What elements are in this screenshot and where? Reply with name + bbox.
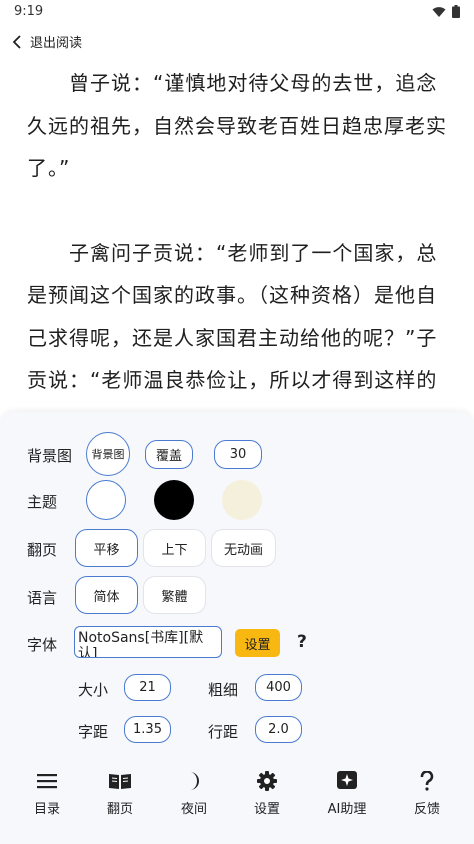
reading-content: 曾子说：“谨慎地对待父母的去世，追念久远的祖先，自然会导致老百姓日趋忠厚老实了。… — [27, 62, 447, 412]
exit-reading-button[interactable]: 退出阅读 — [12, 32, 82, 51]
nav-label: 反馈 — [413, 802, 440, 817]
background-image-chip[interactable]: 背景图 — [86, 432, 130, 476]
theme-white-swatch[interactable] — [86, 480, 126, 520]
theme-label: 主题 — [27, 493, 58, 511]
status-bar: 9:19 — [0, 0, 474, 24]
nav-contents[interactable]: 目录 — [17, 768, 77, 824]
font-name-field[interactable]: NotoSans[书库][默认] — [74, 626, 222, 658]
nav-label: 翻页 — [106, 802, 133, 817]
page-turn-scroll-option[interactable]: 上下 — [143, 529, 206, 567]
wifi-icon — [432, 6, 446, 17]
theme-sepia-swatch[interactable] — [222, 480, 262, 520]
status-icons — [432, 5, 460, 18]
line-spacing-value[interactable]: 2.0 — [255, 716, 302, 743]
size-label: 大小 — [78, 681, 109, 699]
font-set-button[interactable]: 设置 — [235, 629, 280, 657]
letter-spacing-value[interactable]: 1.35 — [124, 716, 171, 743]
menu-icon — [37, 774, 57, 789]
gear-icon — [257, 771, 277, 791]
bottom-nav: 目录 翻页 夜间 设置 AI助理 反馈 — [0, 768, 474, 828]
weight-label: 粗细 — [208, 681, 239, 699]
page-turn-slide-option[interactable]: 平移 — [75, 529, 138, 567]
weight-value[interactable]: 400 — [255, 674, 302, 701]
line-spacing-label: 行距 — [208, 723, 239, 741]
nav-night-mode[interactable]: 夜间 — [164, 768, 224, 824]
exit-reading-label: 退出阅读 — [30, 36, 83, 51]
size-value[interactable]: 21 — [124, 674, 171, 701]
book-icon — [109, 774, 131, 789]
font-label: 字体 — [27, 636, 58, 654]
nav-page-turn[interactable]: 翻页 — [90, 768, 150, 824]
nav-label: 目录 — [33, 802, 60, 817]
nav-label: 夜间 — [180, 802, 207, 817]
cover-chip[interactable]: 覆盖 — [145, 440, 193, 469]
page-turn-label: 翻页 — [27, 541, 58, 559]
nav-settings[interactable]: 设置 — [237, 768, 297, 824]
letter-spacing-label: 字距 — [78, 723, 109, 741]
nav-label: AI助理 — [327, 802, 367, 817]
font-help-icon[interactable]: ? — [297, 632, 307, 652]
question-icon — [420, 771, 434, 791]
language-simplified-option[interactable]: 简体 — [75, 576, 138, 614]
opacity-value-chip[interactable]: 30 — [214, 440, 262, 469]
chevron-left-icon — [12, 34, 21, 49]
nav-ai-assistant[interactable]: AI助理 — [317, 768, 377, 824]
status-time: 9:19 — [14, 4, 44, 19]
language-label: 语言 — [27, 589, 58, 607]
reader-topbar: 退出阅读 — [0, 28, 474, 56]
battery-icon — [452, 5, 460, 18]
paragraph: 曾子说：“谨慎地对待父母的去世，追念久远的祖先，自然会导致老百姓日趋忠厚老实了。… — [27, 71, 447, 180]
ai-sparkle-icon — [337, 771, 357, 789]
nav-feedback[interactable]: 反馈 — [397, 768, 457, 824]
paragraph: 子禽问子贡说：“老师到了一个国家，总是预闻这个国家的政事。（这种资格）是他自己求… — [27, 240, 438, 413]
moon-icon — [190, 772, 199, 790]
language-traditional-option[interactable]: 繁體 — [143, 576, 206, 614]
page-turn-none-option[interactable]: 无动画 — [211, 529, 276, 567]
nav-label: 设置 — [253, 802, 280, 817]
background-label: 背景图 — [27, 447, 73, 465]
theme-black-swatch[interactable] — [154, 480, 194, 520]
